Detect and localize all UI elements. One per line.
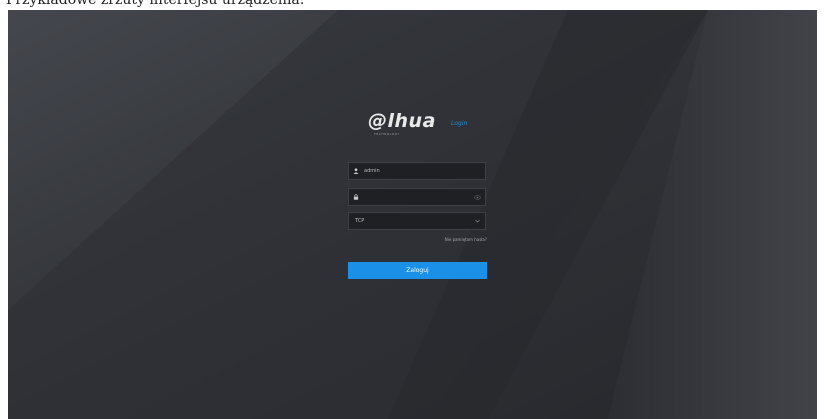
password-field[interactable] — [348, 188, 486, 206]
lock-icon — [351, 194, 361, 200]
login-label: Login — [451, 120, 468, 127]
chevron-down-icon[interactable] — [472, 219, 482, 223]
logo-tagline: TECHNOLOGY — [374, 132, 400, 136]
logo-brand: @lhua — [368, 110, 436, 132]
login-button[interactable]: Zaloguj — [348, 262, 487, 279]
protocol-select[interactable]: TCP — [348, 212, 486, 230]
device-login-screen: @lhua TECHNOLOGY Login admin TCP Nie pam… — [8, 10, 817, 419]
protocol-value: TCP — [355, 218, 365, 224]
username-value: admin — [364, 168, 380, 174]
username-field[interactable]: admin — [348, 162, 486, 180]
user-icon — [351, 168, 361, 174]
eye-icon[interactable] — [472, 195, 482, 200]
dahua-logo: @lhua TECHNOLOGY Login — [368, 110, 508, 140]
page-caption: Przykładowe zrzuty interfejsu urządzenia… — [6, 0, 305, 8]
forgot-password-link[interactable]: Nie pamiętam hasła? — [403, 237, 487, 242]
